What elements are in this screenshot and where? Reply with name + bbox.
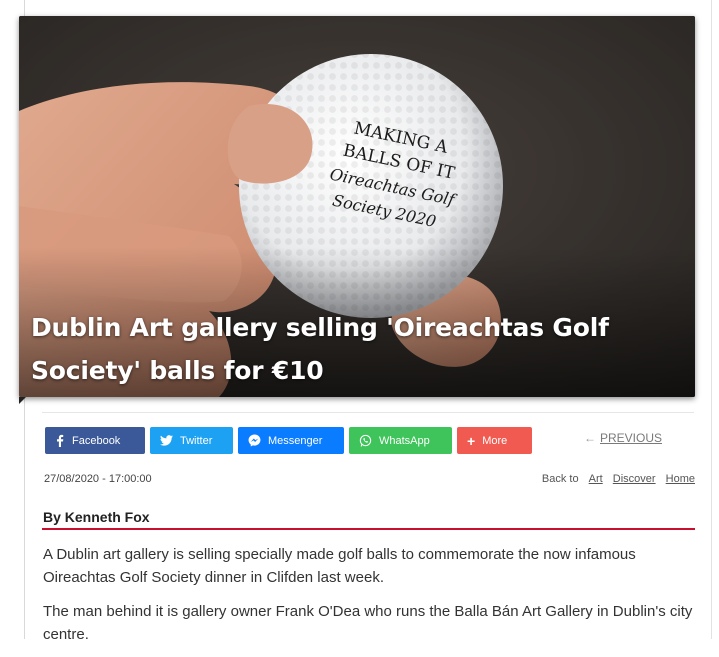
- byline-divider: [42, 528, 695, 530]
- whatsapp-share-label: WhatsApp: [379, 434, 430, 447]
- more-share-label: More: [482, 434, 508, 447]
- hero-image-card[interactable]: MAKING A BALLS OF IT Oireachtas Golf Soc…: [19, 16, 695, 397]
- article-headline[interactable]: Dublin Art gallery selling 'Oireachtas G…: [31, 306, 655, 392]
- article-paragraph: A Dublin art gallery is selling speciall…: [43, 546, 636, 586]
- breadcrumb-discover[interactable]: Discover: [613, 473, 656, 485]
- article-date: 27/08/2020 - 17:00:00: [44, 473, 152, 485]
- previous-link[interactable]: ← PREVIOUS: [584, 431, 662, 445]
- hero-corner-tick: [19, 397, 26, 404]
- messenger-share-label: Messenger: [268, 434, 323, 447]
- plus-icon: +: [467, 432, 476, 449]
- back-to-label: Back to: [541, 473, 579, 485]
- previous-label: PREVIOUS: [600, 431, 663, 445]
- breadcrumb-home[interactable]: Home: [666, 473, 695, 485]
- facebook-share-label: Facebook: [72, 434, 121, 447]
- messenger-icon: [248, 434, 261, 447]
- page-border-right: [711, 0, 712, 639]
- twitter-icon: [160, 435, 173, 446]
- facebook-share-button[interactable]: Facebook: [45, 427, 145, 454]
- left-arrow-icon: ←: [584, 431, 596, 445]
- author-byline: By Kenneth Fox: [43, 509, 150, 525]
- messenger-share-button[interactable]: Messenger: [238, 427, 344, 454]
- breadcrumb-art[interactable]: Art: [589, 473, 603, 485]
- more-share-button[interactable]: + More: [457, 427, 532, 454]
- whatsapp-icon: [359, 434, 372, 447]
- twitter-share-label: Twitter: [180, 434, 213, 447]
- breadcrumb: Back to Art Discover Home: [538, 473, 695, 485]
- article-body: A Dublin art gallery is selling speciall…: [43, 543, 699, 657]
- twitter-share-button[interactable]: Twitter: [150, 427, 233, 454]
- article-paragraph: The man behind it is gallery owner Frank…: [43, 603, 693, 643]
- toolbar-divider: [42, 412, 694, 413]
- facebook-icon: [57, 434, 64, 447]
- whatsapp-share-button[interactable]: WhatsApp: [349, 427, 452, 454]
